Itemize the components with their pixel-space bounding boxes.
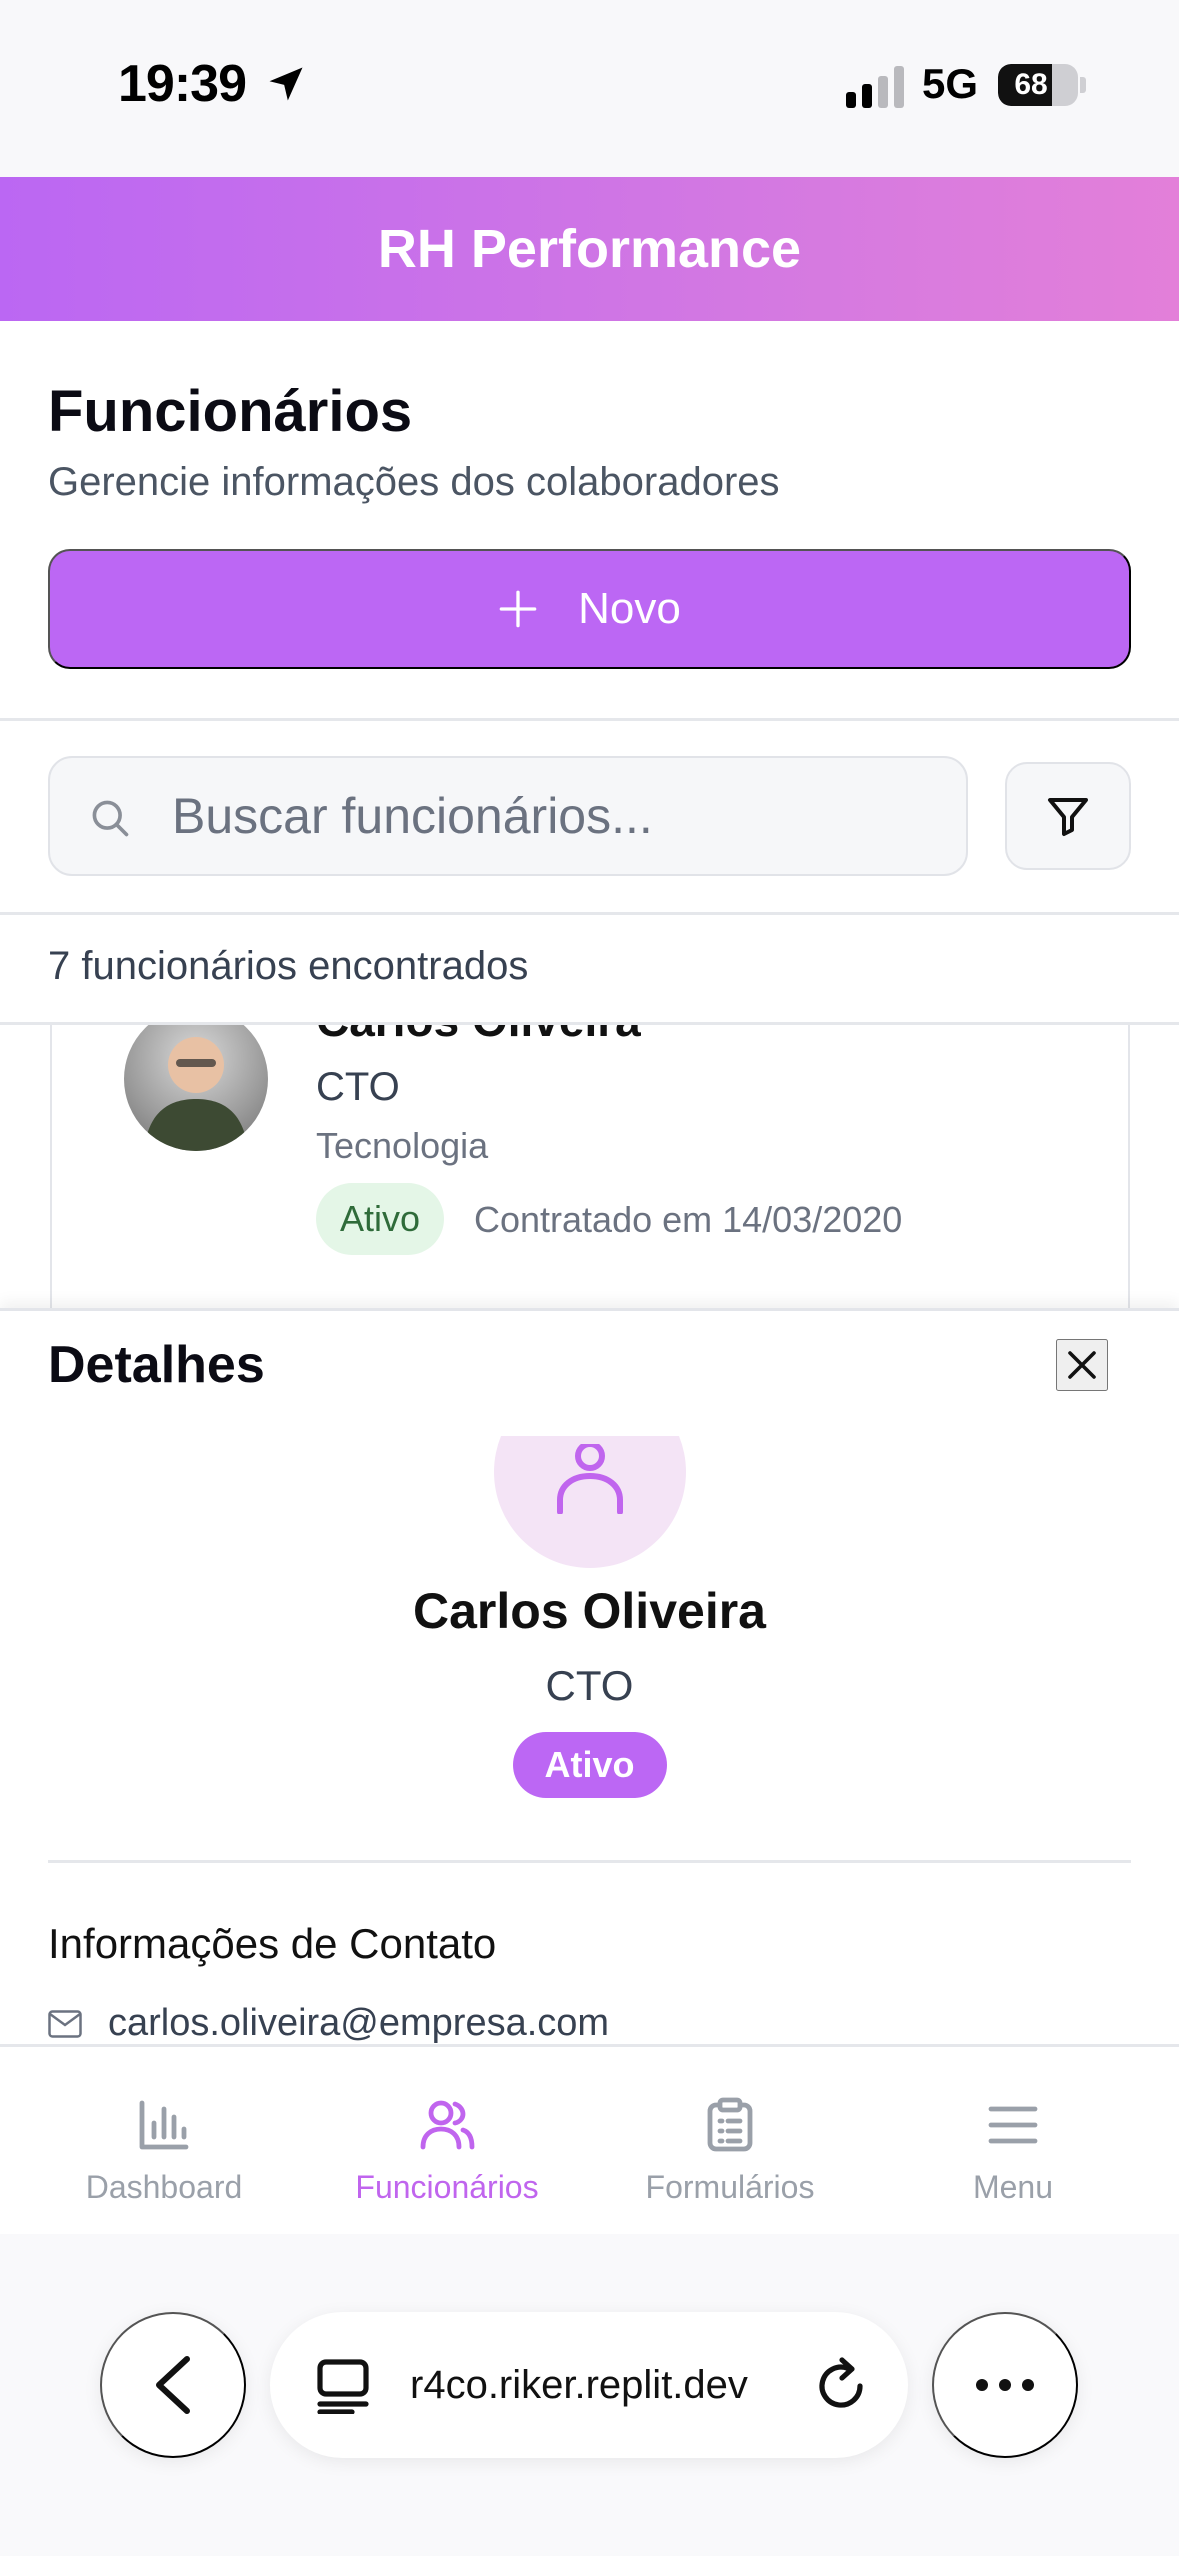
location-arrow-icon xyxy=(269,67,303,101)
detail-status-wrap: Ativo xyxy=(0,1732,1179,1798)
divider xyxy=(0,718,1179,721)
close-icon xyxy=(1068,1351,1096,1379)
search-icon xyxy=(92,800,129,837)
page-subtitle: Gerencie informações dos colaboradores xyxy=(48,460,780,504)
plus-icon xyxy=(499,590,537,628)
battery-cap xyxy=(1080,77,1086,93)
network-type: 5G xyxy=(922,60,979,107)
status-time: 19:39 xyxy=(118,55,247,113)
employee-department: Tecnologia xyxy=(316,1125,489,1166)
mail-icon xyxy=(48,2010,82,2038)
employee-list: Carlos Oliveira CTO Tecnologia Ativo Con… xyxy=(0,1025,1179,1310)
contact-email[interactable]: carlos.oliveira@empresa.com xyxy=(108,2002,609,2044)
tab-dashboard[interactable]: Dashboard xyxy=(24,2047,304,2237)
avatar-photo xyxy=(144,1037,248,1151)
status-bar: 19:39 5G 68 xyxy=(0,0,1179,177)
employee-card[interactable]: Carlos Oliveira CTO Tecnologia Ativo Con… xyxy=(50,1025,1130,1310)
menu-icon xyxy=(988,2106,1038,2144)
detail-status-badge: Ativo xyxy=(512,1732,667,1798)
new-button-label: Novo xyxy=(578,584,681,633)
result-count: 7 funcionários encontrados xyxy=(48,944,529,988)
hire-date: Contratado em 14/03/2020 xyxy=(474,1199,903,1240)
tab-formularios[interactable]: Formulários xyxy=(590,2047,870,2237)
tab-label: Dashboard xyxy=(85,2169,243,2205)
sheet-title: Detalhes xyxy=(48,1336,265,1394)
detail-avatar xyxy=(494,1436,686,1568)
search-box xyxy=(48,756,968,876)
tab-funcionarios[interactable]: Funcionários xyxy=(307,2047,587,2237)
users-icon xyxy=(420,2100,475,2150)
tab-menu[interactable]: Menu xyxy=(873,2047,1153,2237)
bottom-tab-bar: Dashboard Funcionários Formulários Menu xyxy=(0,2044,1179,2234)
battery-percent: 68 xyxy=(1014,68,1048,101)
detail-name: Carlos Oliveira xyxy=(413,1583,766,1639)
detail-role: CTO xyxy=(545,1662,634,1709)
employee-name: Carlos Oliveira xyxy=(316,1025,641,1047)
divider xyxy=(0,912,1179,915)
divider xyxy=(48,1860,1131,1863)
employee-avatar xyxy=(124,1025,268,1151)
tab-label: Menu xyxy=(972,2169,1054,2205)
status-badge: Ativo xyxy=(316,1183,445,1255)
sheet-content[interactable]: Carlos Oliveira CTO Ativo Informações de… xyxy=(0,1436,1179,2044)
reload-icon[interactable] xyxy=(814,2356,870,2414)
chevron-left-icon xyxy=(156,2356,190,2414)
tabs-overview-icon xyxy=(317,2359,369,2414)
bar-chart-icon xyxy=(139,2100,189,2150)
filter-icon xyxy=(1048,798,1088,836)
battery-icon: 68 xyxy=(998,64,1078,106)
page-title: Funcionários xyxy=(48,379,413,444)
details-sheet: Detalhes Carlos Oliveira CTO Ativo Infor… xyxy=(0,1308,1179,2044)
clipboard-icon xyxy=(707,2097,753,2152)
app-title: RH Performance xyxy=(377,219,802,279)
tab-label: Formulários xyxy=(645,2169,815,2205)
browser-back-button[interactable] xyxy=(100,2312,246,2458)
employee-role: CTO xyxy=(316,1065,400,1109)
new-employee-button[interactable]: Novo xyxy=(48,549,1131,669)
more-dots-icon xyxy=(976,2379,1034,2391)
tab-label: Funcionários xyxy=(355,2169,539,2205)
close-button[interactable] xyxy=(1056,1339,1108,1391)
browser-toolbar: r4co.riker.replit.dev xyxy=(0,2234,1179,2556)
address-bar[interactable]: r4co.riker.replit.dev xyxy=(270,2312,908,2458)
search-input[interactable] xyxy=(172,758,932,874)
more-options-button[interactable] xyxy=(932,2312,1078,2458)
app-header: RH Performance xyxy=(0,177,1179,321)
contact-heading: Informações de Contato xyxy=(48,1920,497,1967)
url-text: r4co.riker.replit.dev xyxy=(410,2363,748,2407)
filter-button[interactable] xyxy=(1005,762,1131,870)
user-icon xyxy=(557,1444,623,1514)
cellular-signal-icon xyxy=(846,66,904,108)
